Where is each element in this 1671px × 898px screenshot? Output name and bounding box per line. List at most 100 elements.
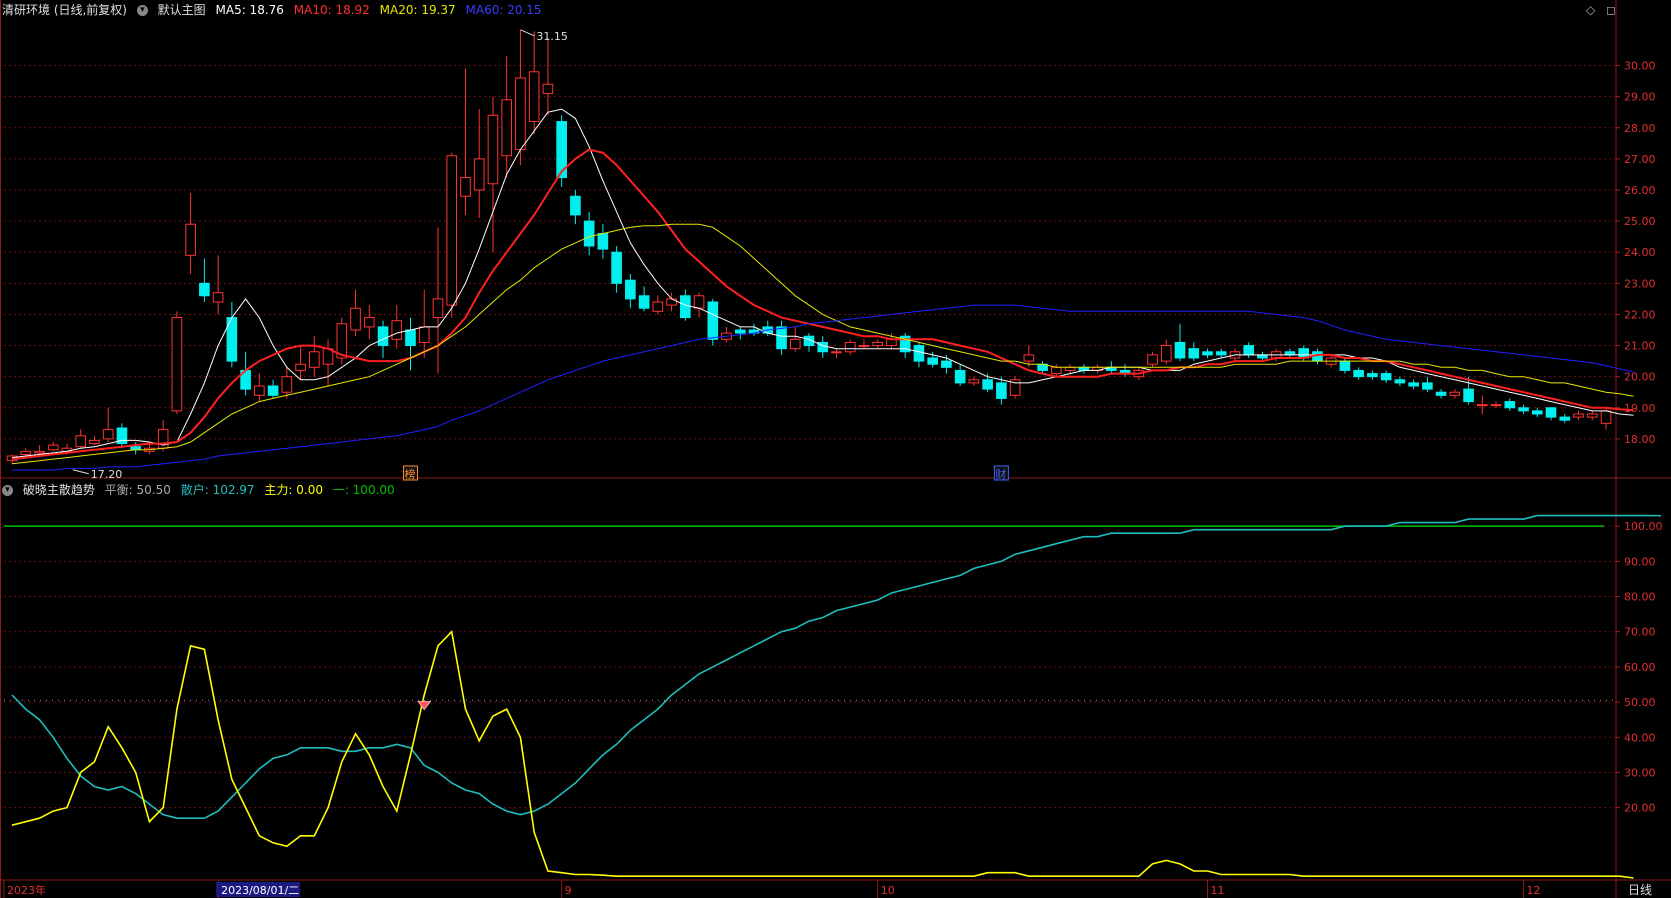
candle[interactable] [1435, 389, 1447, 399]
candle[interactable] [1573, 410, 1584, 421]
candle[interactable] [789, 326, 801, 352]
candle[interactable] [199, 258, 210, 302]
candle[interactable] [1009, 376, 1021, 399]
candle[interactable] [638, 286, 650, 312]
candle[interactable] [185, 193, 196, 274]
candle[interactable] [1078, 364, 1090, 374]
candle[interactable] [597, 224, 609, 259]
candle-body [597, 233, 609, 250]
time-label: 10 [881, 884, 895, 897]
candle[interactable] [803, 333, 815, 352]
candle[interactable] [432, 227, 444, 374]
candle[interactable] [1284, 348, 1296, 358]
candle[interactable] [405, 317, 416, 371]
time-label[interactable]: 2023/08/01/二 [221, 884, 299, 897]
candle[interactable] [913, 342, 925, 368]
period-label[interactable]: 日线 [1628, 883, 1652, 897]
candle[interactable] [34, 445, 45, 455]
candle[interactable] [721, 326, 732, 343]
candle[interactable] [309, 336, 320, 377]
candle[interactable] [776, 320, 787, 355]
candle[interactable] [473, 109, 485, 218]
price-tick-label: 26.00 [1624, 184, 1656, 197]
candle[interactable] [1380, 370, 1392, 383]
candle[interactable] [47, 442, 59, 452]
candle[interactable] [528, 31, 540, 134]
candle[interactable] [625, 274, 636, 309]
candle[interactable] [1243, 342, 1255, 358]
candle[interactable] [1422, 376, 1433, 393]
candle[interactable] [391, 305, 403, 349]
candle[interactable] [1490, 401, 1502, 408]
candle[interactable] [226, 302, 238, 368]
candle[interactable] [1339, 358, 1351, 374]
candle[interactable] [460, 68, 471, 215]
candle[interactable] [1353, 367, 1364, 380]
candle[interactable] [734, 326, 746, 340]
candle[interactable] [1559, 414, 1571, 424]
time-label: 2023年 [7, 883, 46, 897]
candle[interactable] [652, 295, 664, 315]
candle[interactable] [116, 423, 128, 449]
candle[interactable] [1531, 407, 1543, 418]
signal-marker[interactable] [417, 701, 432, 711]
candle[interactable] [968, 376, 980, 386]
candle[interactable] [267, 379, 279, 399]
candle[interactable] [75, 429, 87, 449]
candle[interactable] [611, 246, 622, 293]
candle[interactable] [748, 323, 760, 337]
candle[interactable] [89, 435, 100, 446]
candle[interactable] [954, 364, 966, 386]
candle[interactable] [20, 448, 32, 456]
candle[interactable] [1160, 339, 1172, 365]
candle[interactable] [1504, 398, 1516, 411]
candle[interactable] [281, 367, 293, 399]
candle[interactable] [1367, 370, 1378, 380]
candle[interactable] [1545, 407, 1557, 421]
candle[interactable] [1037, 361, 1048, 374]
candle[interactable] [336, 317, 348, 365]
candle[interactable] [1064, 364, 1076, 374]
candle[interactable] [363, 305, 375, 340]
candle[interactable] [1477, 395, 1488, 414]
candle[interactable] [418, 289, 430, 358]
candle[interactable] [1408, 379, 1419, 390]
candle[interactable] [542, 37, 554, 116]
candle[interactable] [171, 311, 183, 414]
candle[interactable] [1586, 410, 1598, 421]
candle[interactable] [858, 339, 870, 349]
chart-canvas[interactable]: 31.15 17.20 榜 财 18.00 19.00 20.00 21.00 22.00 23… [0, 0, 1671, 898]
candle[interactable] [350, 289, 361, 337]
event-marker-event1[interactable]: 榜 [405, 467, 416, 481]
candle[interactable] [1394, 376, 1406, 386]
candle[interactable] [254, 373, 265, 402]
candle[interactable] [157, 420, 169, 452]
candle[interactable] [872, 339, 884, 349]
candle[interactable] [844, 339, 856, 355]
indicator-tick-label: 60.00 [1624, 661, 1656, 674]
candle[interactable] [1174, 323, 1186, 362]
candle[interactable] [570, 190, 581, 225]
candle[interactable] [212, 255, 224, 315]
candle[interactable] [1202, 348, 1213, 358]
candle[interactable] [899, 333, 911, 358]
candle[interactable] [102, 407, 114, 442]
candle[interactable] [1119, 364, 1131, 377]
candle[interactable] [1092, 364, 1103, 374]
candle[interactable] [322, 339, 334, 386]
candle[interactable] [1147, 351, 1158, 368]
candle[interactable] [693, 292, 705, 318]
candle-body [1188, 348, 1200, 359]
candle-body [1367, 373, 1378, 378]
candle[interactable] [446, 152, 458, 318]
candle[interactable] [1518, 404, 1529, 414]
candle[interactable] [1449, 389, 1461, 399]
candle[interactable] [583, 211, 595, 256]
candle[interactable] [295, 345, 306, 380]
event-marker-event2[interactable]: 财 [995, 467, 1006, 481]
indicator-tick-label: 80.00 [1624, 591, 1656, 604]
candle[interactable] [1215, 348, 1227, 358]
candle[interactable] [817, 336, 829, 358]
candle[interactable] [831, 348, 842, 358]
candle[interactable] [487, 96, 499, 253]
